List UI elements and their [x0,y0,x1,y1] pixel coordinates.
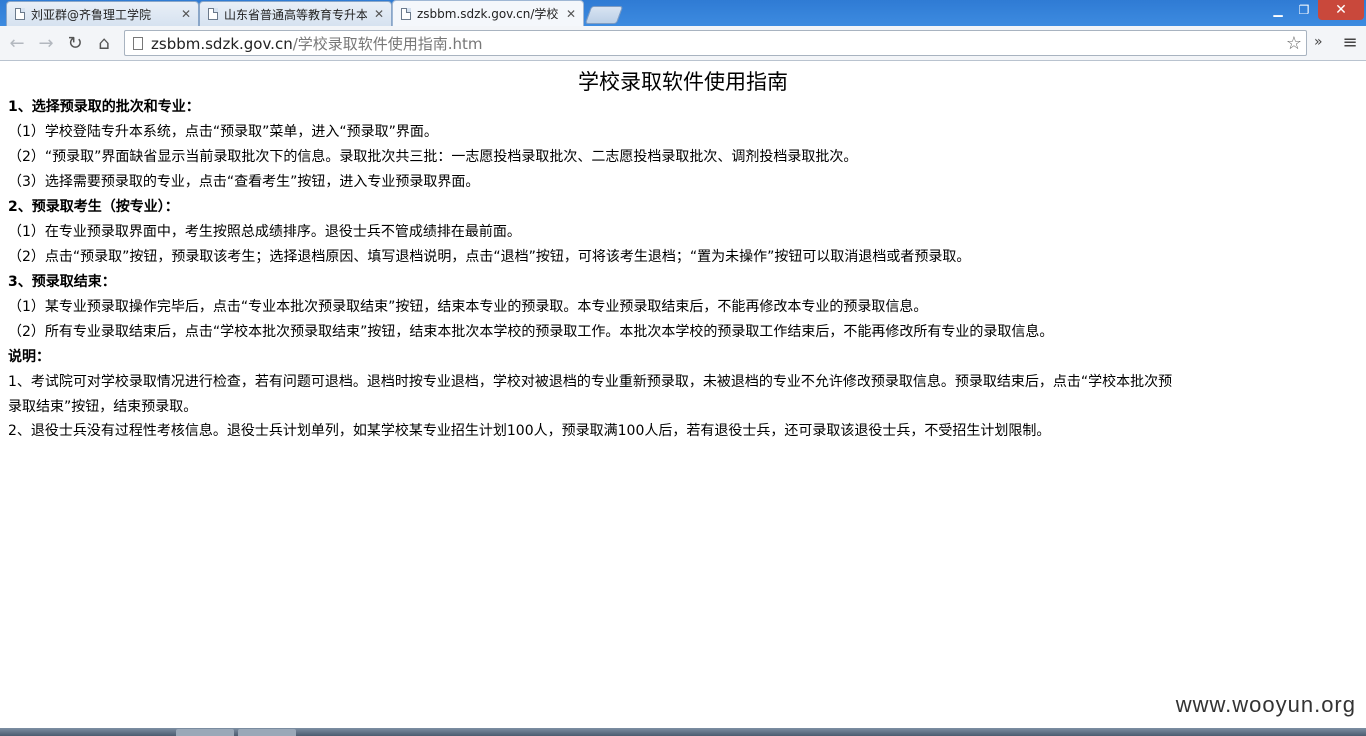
page-icon [15,8,25,20]
taskbar-item[interactable] [176,729,234,736]
section-heading-1: 1、选择预录取的批次和专业： [8,99,200,115]
page-title: 学校录取软件使用指南 [578,70,788,94]
paragraph: （3）选择需要预录取的专业，点击“查看考生”按钮，进入专业预录取界面。 [8,174,480,190]
paragraph: （2）“预录取”界面缺省显示当前录取批次下的信息。录取批次共三批：一志愿投档录取… [8,149,858,165]
address-bar[interactable]: zsbbm.sdzk.gov.cn/学校录取软件使用指南.htm ☆ [124,30,1307,56]
page-content: 学校录取软件使用指南 1、选择预录取的批次和专业： （1）学校登陆专升本系统，点… [0,61,1366,728]
tab-label: 刘亚群@齐鲁理工学院 [31,7,152,22]
tab-1[interactable]: 刘亚群@齐鲁理工学院 ✕ [6,1,199,26]
back-arrow-icon[interactable]: ← [5,32,29,54]
page-icon [401,7,411,20]
tab-strip: 刘亚群@齐鲁理工学院 ✕ 山东省普通高等教育专升本 ✕ zsbbm.sdzk.g… [0,0,1366,26]
watermark: www.wooyun.org [1175,692,1356,717]
paragraph: （2）所有专业录取结束后，点击“学校本批次预录取结束”按钮，结束本批次本学校的预… [8,324,1054,340]
paragraph: （2）点击“预录取”按钮，预录取该考生；选择退档原因、填写退档说明，点击“退档”… [8,249,971,265]
section-heading-3: 3、预录取结束： [8,274,116,290]
url-path: /学校录取软件使用指南.htm [292,34,483,53]
paragraph: 2、退役士兵没有过程性考核信息。退役士兵计划单列，如某学校某专业招生计划100人… [8,423,1051,439]
tab-label: 山东省普通高等教育专升本 [224,7,367,22]
tab-close-icon[interactable]: ✕ [565,7,577,21]
tab-close-icon[interactable]: ✕ [180,7,192,21]
home-icon[interactable]: ⌂ [92,32,116,54]
paragraph: （1）在专业预录取界面中，考生按照总成绩排序。退役士兵不管成绩排在最前面。 [8,224,521,240]
url-text[interactable]: zsbbm.sdzk.gov.cn/学校录取软件使用指南.htm [151,33,1282,54]
paragraph: （1）某专业预录取操作完毕后，点击“专业本批次预录取结束”按钮，结束本专业的预录… [8,299,928,315]
tab-label: zsbbm.sdzk.gov.cn/学校 [417,7,559,21]
page-icon [208,8,218,20]
minimize-button[interactable]: ▁ [1266,0,1290,20]
paragraph: 录取结束”按钮，结束预录取。 [8,399,198,415]
url-host: zsbbm.sdzk.gov.cn [151,34,293,53]
reload-icon[interactable]: ↻ [63,32,87,54]
bookmark-star-icon[interactable]: ☆ [1282,33,1306,54]
extensions-chevron-icon[interactable]: » [1314,34,1323,50]
new-tab-button[interactable] [584,6,624,24]
notes-heading: 说明： [8,349,50,365]
tab-3-active[interactable]: zsbbm.sdzk.gov.cn/学校 ✕ [392,0,584,26]
maximize-button[interactable]: ❐ [1292,0,1316,20]
paragraph: 1、考试院可对学校录取情况进行检查，若有问题可退档。退档时按专业退档，学校对被退… [8,374,1173,390]
forward-arrow-icon[interactable]: → [34,32,58,54]
section-heading-2: 2、预录取考生（按专业）： [8,199,179,215]
close-window-button[interactable]: ✕ [1318,0,1364,20]
paragraph: （1）学校登陆专升本系统，点击“预录取”菜单，进入“预录取”界面。 [8,124,438,140]
tab-close-icon[interactable]: ✕ [373,7,385,21]
page-info-icon[interactable] [133,36,143,50]
tab-2[interactable]: 山东省普通高等教育专升本 ✕ [199,1,392,26]
taskbar-item[interactable] [238,729,296,736]
browser-toolbar: ← → ↻ ⌂ zsbbm.sdzk.gov.cn/学校录取软件使用指南.htm… [0,26,1366,61]
browser-menu-icon[interactable]: ≡ [1338,32,1362,53]
os-taskbar [0,728,1366,736]
